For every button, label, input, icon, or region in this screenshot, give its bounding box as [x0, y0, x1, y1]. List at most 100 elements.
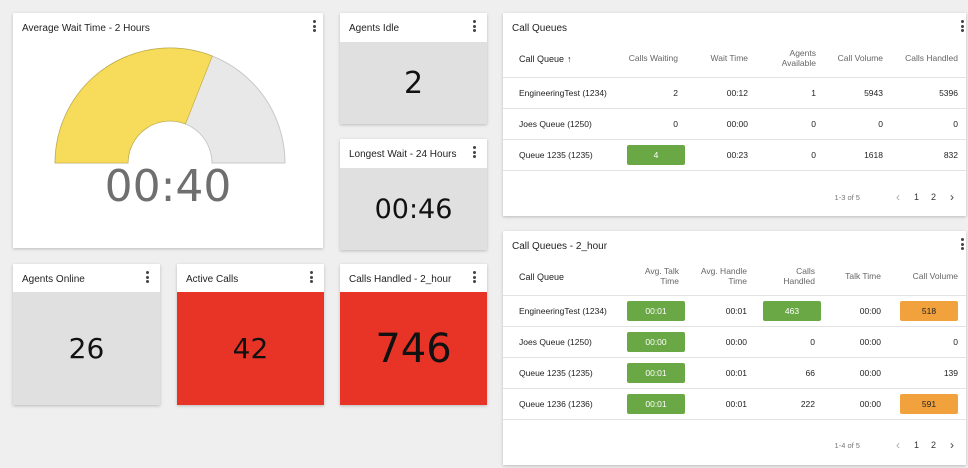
pagination: 1-4 of 5 ‹ 1 2 ›	[835, 438, 954, 452]
calls-handled-card: Calls Handled - 2_hour 746	[340, 264, 487, 405]
arrow-up-icon[interactable]: ↑	[567, 54, 572, 64]
column-header[interactable]: Calls Waiting	[619, 41, 686, 77]
table-row[interactable]: Queue 1235 (1235) 00:01 00:01 66 00:00 1…	[503, 356, 966, 388]
table-cell: 222	[755, 387, 823, 420]
table-cell: 00:12	[686, 76, 756, 108]
page-button-1[interactable]: 1	[914, 440, 919, 450]
table-cell: 00:01	[687, 294, 755, 326]
table-cell: 00:00	[619, 325, 687, 357]
longest-wait-card: Longest Wait - 24 Hours 00:46	[340, 139, 487, 250]
column-header[interactable]: Calls Handled	[755, 259, 823, 295]
queue-name: EngineeringTest (1234)	[503, 294, 619, 326]
agents-idle-value: 2	[340, 42, 487, 124]
queue-name: Queue 1236 (1236)	[503, 387, 619, 420]
more-vert-icon[interactable]	[469, 145, 479, 159]
table-cell: 00:00	[686, 107, 756, 139]
table-cell: 00:00	[687, 325, 755, 357]
more-vert-icon[interactable]	[469, 19, 479, 33]
table-row[interactable]: EngineeringTest (1234) 00:01 00:01 463 0…	[503, 294, 966, 326]
queue-name: Joes Queue (1250)	[503, 325, 619, 357]
table-cell: 00:01	[619, 294, 687, 326]
status-highlight: 463	[763, 300, 821, 321]
column-header[interactable]: Talk Time	[823, 259, 889, 295]
table-cell: 1	[756, 76, 824, 108]
table-cell: 66	[755, 356, 823, 388]
table-row[interactable]: Joes Queue (1250) 0 00:00 0 0 0	[503, 107, 966, 139]
table-row[interactable]: Queue 1235 (1235) 4 00:23 0 1618 832	[503, 138, 966, 171]
status-highlight: 518	[900, 300, 958, 321]
call-queues-2h-title: Call Queues - 2_hour	[512, 241, 608, 252]
table-cell: 00:23	[686, 138, 756, 171]
queue-name: Queue 1235 (1235)	[503, 138, 619, 171]
queue-name: EngineeringTest (1234)	[503, 76, 619, 108]
active-calls-card: Active Calls 42	[177, 264, 324, 405]
table-cell: 00:01	[687, 387, 755, 420]
table-cell: 00:00	[823, 356, 889, 388]
column-header[interactable]: Call Queue ↑	[503, 41, 619, 77]
table-cell: 139	[889, 356, 966, 388]
queue-name: Joes Queue (1250)	[503, 107, 619, 139]
call-queues-table: Call Queue ↑ Calls Waiting Wait Time Agen…	[503, 41, 966, 171]
page-button-2[interactable]: 2	[931, 192, 936, 202]
avg-wait-value: 00:40	[104, 161, 232, 212]
call-queues-2h-card: Call Queues - 2_hour Call Queue Avg. Tal…	[503, 231, 966, 465]
avg-wait-card: Average Wait Time - 2 Hours 00:40	[13, 13, 323, 248]
column-header[interactable]: Avg. Handle Time	[687, 259, 755, 295]
column-header[interactable]: Wait Time	[686, 41, 756, 77]
agents-idle-title: Agents Idle	[349, 23, 400, 34]
table-cell: 463	[755, 294, 823, 326]
table-cell: 00:00	[823, 387, 889, 420]
more-vert-icon[interactable]	[957, 19, 967, 33]
column-header[interactable]: Call Volume	[889, 259, 966, 295]
table-cell: 5943	[824, 76, 891, 108]
chevron-left-icon[interactable]: ‹	[896, 190, 900, 204]
column-header[interactable]: Call Queue	[503, 259, 619, 295]
page-range: 1-3 of 5	[834, 192, 860, 202]
table-cell: 0	[619, 107, 686, 139]
more-vert-icon[interactable]	[306, 270, 316, 284]
column-header[interactable]: Avg. Talk Time	[619, 259, 687, 295]
wait-gauge	[54, 47, 286, 164]
table-row[interactable]: Joes Queue (1250) 00:00 00:00 0 00:00 0	[503, 325, 966, 357]
status-highlight: 00:01	[627, 362, 685, 383]
table-cell: 00:01	[619, 387, 687, 420]
status-highlight: 00:00	[627, 331, 685, 352]
call-queues-card: Call Queues Call Queue ↑ Calls Waiting Wa…	[503, 13, 966, 216]
more-vert-icon[interactable]	[469, 270, 479, 284]
calls-handled-title: Calls Handled - 2_hour	[349, 274, 452, 285]
queue-name: Queue 1235 (1235)	[503, 356, 619, 388]
gauge-fill	[54, 47, 213, 164]
chevron-right-icon[interactable]: ›	[950, 190, 954, 204]
active-calls-value: 42	[177, 292, 324, 405]
column-header[interactable]: Calls Handled	[891, 41, 966, 77]
table-cell: 0	[756, 138, 824, 171]
chevron-left-icon[interactable]: ‹	[896, 438, 900, 452]
status-highlight: 4	[627, 144, 685, 165]
agents-idle-card: Agents Idle 2	[340, 13, 487, 124]
chevron-right-icon[interactable]: ›	[950, 438, 954, 452]
more-vert-icon[interactable]	[957, 237, 967, 251]
table-row[interactable]: Queue 1236 (1236) 00:01 00:01 222 00:00 …	[503, 387, 966, 420]
table-cell: 5396	[891, 76, 966, 108]
table-cell: 518	[889, 294, 966, 326]
table-cell: 0	[824, 107, 891, 139]
table-cell: 0	[889, 325, 966, 357]
status-highlight: 00:01	[627, 300, 685, 321]
agents-online-value: 26	[13, 292, 160, 405]
table-row[interactable]: EngineeringTest (1234) 2 00:12 1 5943 53…	[503, 76, 966, 108]
table-cell: 0	[756, 107, 824, 139]
longest-wait-title: Longest Wait - 24 Hours	[349, 149, 457, 160]
table-cell: 00:01	[619, 356, 687, 388]
page-range: 1-4 of 5	[834, 440, 860, 450]
page-button-1[interactable]: 1	[914, 192, 919, 202]
table-cell: 2	[619, 76, 686, 108]
pagination: 1-3 of 5 ‹ 1 2 ›	[835, 190, 954, 204]
agents-online-card: Agents Online 26	[13, 264, 160, 405]
agents-online-title: Agents Online	[22, 274, 85, 285]
more-vert-icon[interactable]	[142, 270, 152, 284]
page-button-2[interactable]: 2	[931, 440, 936, 450]
column-header[interactable]: Call Volume	[824, 41, 891, 77]
column-header[interactable]: Agents Available	[756, 41, 824, 77]
calls-handled-value: 746	[340, 292, 487, 405]
table-cell: 591	[889, 387, 966, 420]
